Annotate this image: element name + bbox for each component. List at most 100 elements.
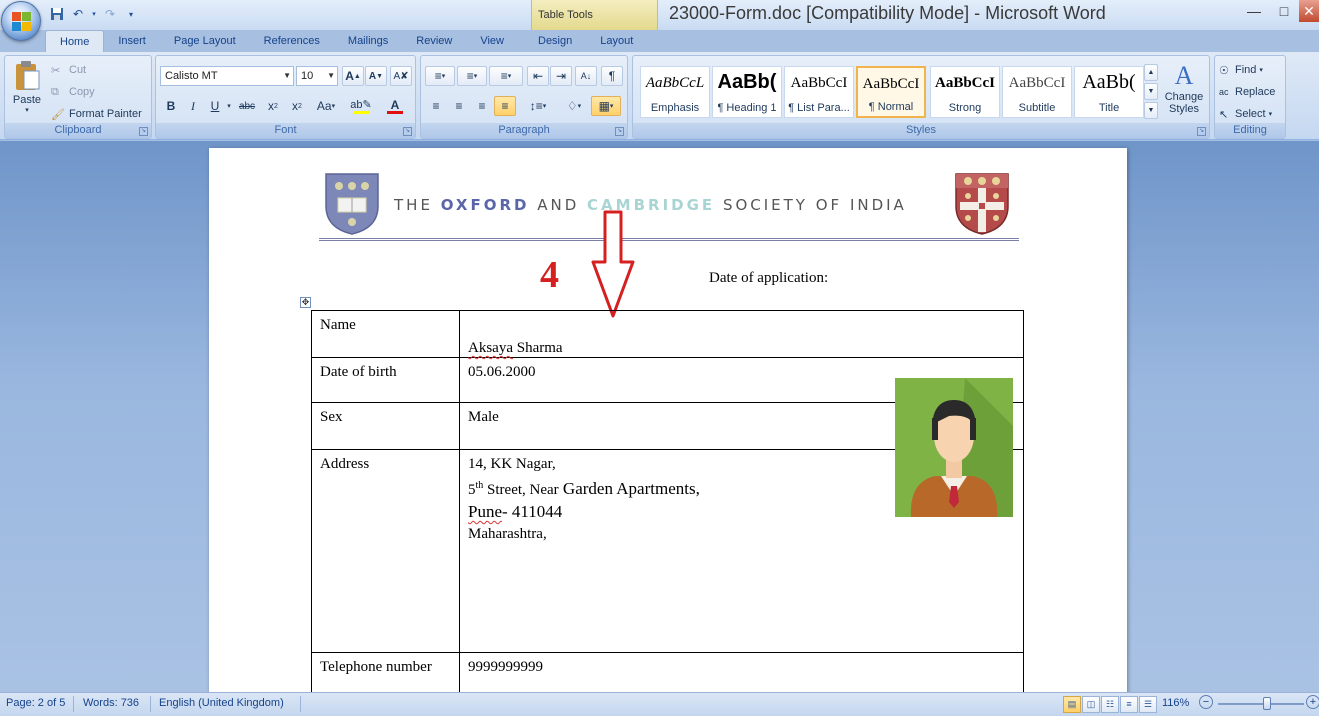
increase-indent-button[interactable]: ⇥	[550, 66, 572, 86]
underline-button[interactable]: U	[204, 96, 226, 116]
language-indicator[interactable]: English (United Kingdom)	[159, 697, 284, 709]
multilevel-list-button[interactable]: ≡ ▾	[489, 66, 523, 86]
document-area: THE OXFORD AND CAMBRIDGE SOCIETY OF INDI…	[0, 141, 1319, 708]
tab-review[interactable]: Review	[402, 30, 466, 52]
justify-button[interactable]: ≡	[494, 96, 516, 116]
style-name: ¶ Normal	[868, 101, 914, 113]
styles-launcher-icon[interactable]: ↘	[1197, 127, 1206, 136]
draft-view-icon[interactable]: ☰	[1139, 696, 1157, 713]
shading-button[interactable]: ♢ ▾	[559, 96, 589, 116]
align-center-button[interactable]: ≡	[448, 96, 470, 116]
undo-dropdown-icon[interactable]: ▾	[90, 5, 98, 23]
font-color-button[interactable]: A	[380, 96, 410, 116]
change-case-button[interactable]: Aa ▾	[312, 96, 340, 116]
print-layout-view-icon[interactable]: ▤	[1063, 696, 1081, 713]
superscript-button[interactable]: x2	[286, 96, 308, 116]
address-line-2-rest: Street, Near	[483, 482, 559, 498]
cut-button[interactable]: ✂ Cut	[51, 61, 86, 79]
highlight-color-button[interactable]: ab✎	[346, 96, 376, 116]
show-hide-marks-button[interactable]: ¶	[601, 66, 623, 86]
underline-dropdown-icon[interactable]: ▾	[224, 96, 234, 116]
style-list-paragraph[interactable]: AaBbCcI ¶ List Para...	[784, 66, 854, 118]
page-indicator[interactable]: Page: 2 of 5	[6, 697, 65, 709]
find-button[interactable]: ☉ Find ▾	[1219, 61, 1263, 79]
tab-references[interactable]: References	[250, 30, 334, 52]
minimize-icon[interactable]: —	[1239, 0, 1269, 22]
paragraph-launcher-icon[interactable]: ↘	[615, 127, 624, 136]
word-count[interactable]: Words: 736	[83, 697, 139, 709]
sex-label[interactable]: Sex	[311, 402, 460, 450]
tab-layout[interactable]: Layout	[586, 30, 647, 52]
replace-button[interactable]: ac Replace	[1219, 83, 1275, 101]
outline-view-icon[interactable]: ≡	[1120, 696, 1138, 713]
table-tools-label: Table Tools	[538, 9, 593, 21]
copy-button[interactable]: ⧉ Copy	[51, 83, 95, 101]
bullets-button[interactable]: ≡ ▾	[425, 66, 455, 86]
tab-insert[interactable]: Insert	[104, 30, 160, 52]
name-label[interactable]: Name	[311, 310, 460, 358]
style-normal[interactable]: AaBbCcI ¶ Normal	[856, 66, 926, 118]
align-right-button[interactable]: ≡	[471, 96, 493, 116]
tab-design[interactable]: Design	[524, 30, 586, 52]
strikethrough-button[interactable]: abc	[236, 96, 258, 116]
style-name: Title	[1098, 102, 1120, 114]
grow-font-button[interactable]: A ▲	[342, 66, 364, 86]
table-move-handle-icon[interactable]: ✥	[300, 297, 311, 308]
zoom-slider[interactable]	[1218, 703, 1304, 705]
styles-scroll-down-icon[interactable]: ▼	[1144, 83, 1158, 100]
customize-qat-icon[interactable]: ▾	[122, 5, 140, 23]
numbering-button[interactable]: ≡ ▾	[457, 66, 487, 86]
sort-button[interactable]: A↓	[575, 66, 597, 86]
style-heading-1[interactable]: AaBb( ¶ Heading 1	[712, 66, 782, 118]
paste-button[interactable]: Paste ▾	[9, 60, 45, 122]
select-button[interactable]: ↖ Select ▾	[1219, 105, 1272, 123]
maximize-icon[interactable]: □	[1269, 0, 1299, 22]
telephone-label[interactable]: Telephone number	[311, 652, 460, 698]
tab-view[interactable]: View	[466, 30, 518, 52]
zoom-in-icon[interactable]: +	[1306, 695, 1319, 709]
change-styles-button[interactable]: A Change Styles	[1161, 61, 1207, 121]
clear-formatting-button[interactable]: A✘	[390, 66, 412, 86]
style-title[interactable]: AaBb( Title	[1074, 66, 1144, 118]
borders-button[interactable]: ▦ ▾	[591, 96, 621, 116]
redo-icon[interactable]: ↷	[101, 5, 119, 23]
zoom-out-icon[interactable]: −	[1199, 695, 1213, 709]
date-of-birth-label[interactable]: Date of birth	[311, 357, 460, 403]
tab-mailings[interactable]: Mailings	[334, 30, 402, 52]
tab-page-layout[interactable]: Page Layout	[160, 30, 250, 52]
align-left-button[interactable]: ≡	[425, 96, 447, 116]
font-family-combo[interactable]: Calisto MT ▼	[160, 66, 294, 86]
applicant-photo[interactable]	[895, 378, 1013, 517]
line-spacing-button[interactable]: ↕≡ ▾	[523, 96, 553, 116]
name-value-cell[interactable]: Aksaya Sharma	[459, 310, 1024, 358]
styles-more-icon[interactable]: ▼	[1144, 102, 1158, 119]
format-painter-button[interactable]: 🖌 Format Painter	[51, 105, 142, 123]
subscript-button[interactable]: x2	[262, 96, 284, 116]
style-strong[interactable]: AaBbCcI Strong	[930, 66, 1000, 118]
full-screen-reading-view-icon[interactable]: ◫	[1082, 696, 1100, 713]
telephone-value[interactable]: 9999999999	[459, 652, 1024, 698]
clipboard-launcher-icon[interactable]: ↘	[139, 127, 148, 136]
shrink-font-button[interactable]: A ▼	[365, 66, 387, 86]
zoom-slider-thumb[interactable]	[1263, 697, 1271, 710]
styles-scroll-up-icon[interactable]: ▲	[1144, 64, 1158, 81]
undo-icon[interactable]: ↶	[69, 5, 87, 23]
italic-button[interactable]: I	[182, 96, 204, 116]
office-button[interactable]	[1, 1, 41, 41]
style-subtitle[interactable]: AaBbCcI Subtitle	[1002, 66, 1072, 118]
web-layout-view-icon[interactable]: ☷	[1101, 696, 1119, 713]
bold-button[interactable]: B	[160, 96, 182, 116]
style-emphasis[interactable]: AaBbCcL Emphasis	[640, 66, 710, 118]
font-launcher-icon[interactable]: ↘	[403, 127, 412, 136]
address-label[interactable]: Address	[311, 449, 460, 653]
decrease-indent-button[interactable]: ⇤	[527, 66, 549, 86]
font-size-combo[interactable]: 10 ▼	[296, 66, 338, 86]
zoom-level[interactable]: 116%	[1162, 697, 1189, 709]
address-line-3-first: Pune	[468, 502, 502, 521]
save-icon[interactable]	[48, 5, 66, 23]
clipboard-group-label: Clipboard	[5, 123, 151, 138]
document-page[interactable]: THE OXFORD AND CAMBRIDGE SOCIETY OF INDI…	[209, 148, 1127, 708]
tab-home[interactable]: Home	[45, 30, 105, 52]
close-icon[interactable]: ✕	[1299, 0, 1319, 22]
status-bar: Page: 2 of 5 Words: 736 English (United …	[0, 692, 1319, 716]
